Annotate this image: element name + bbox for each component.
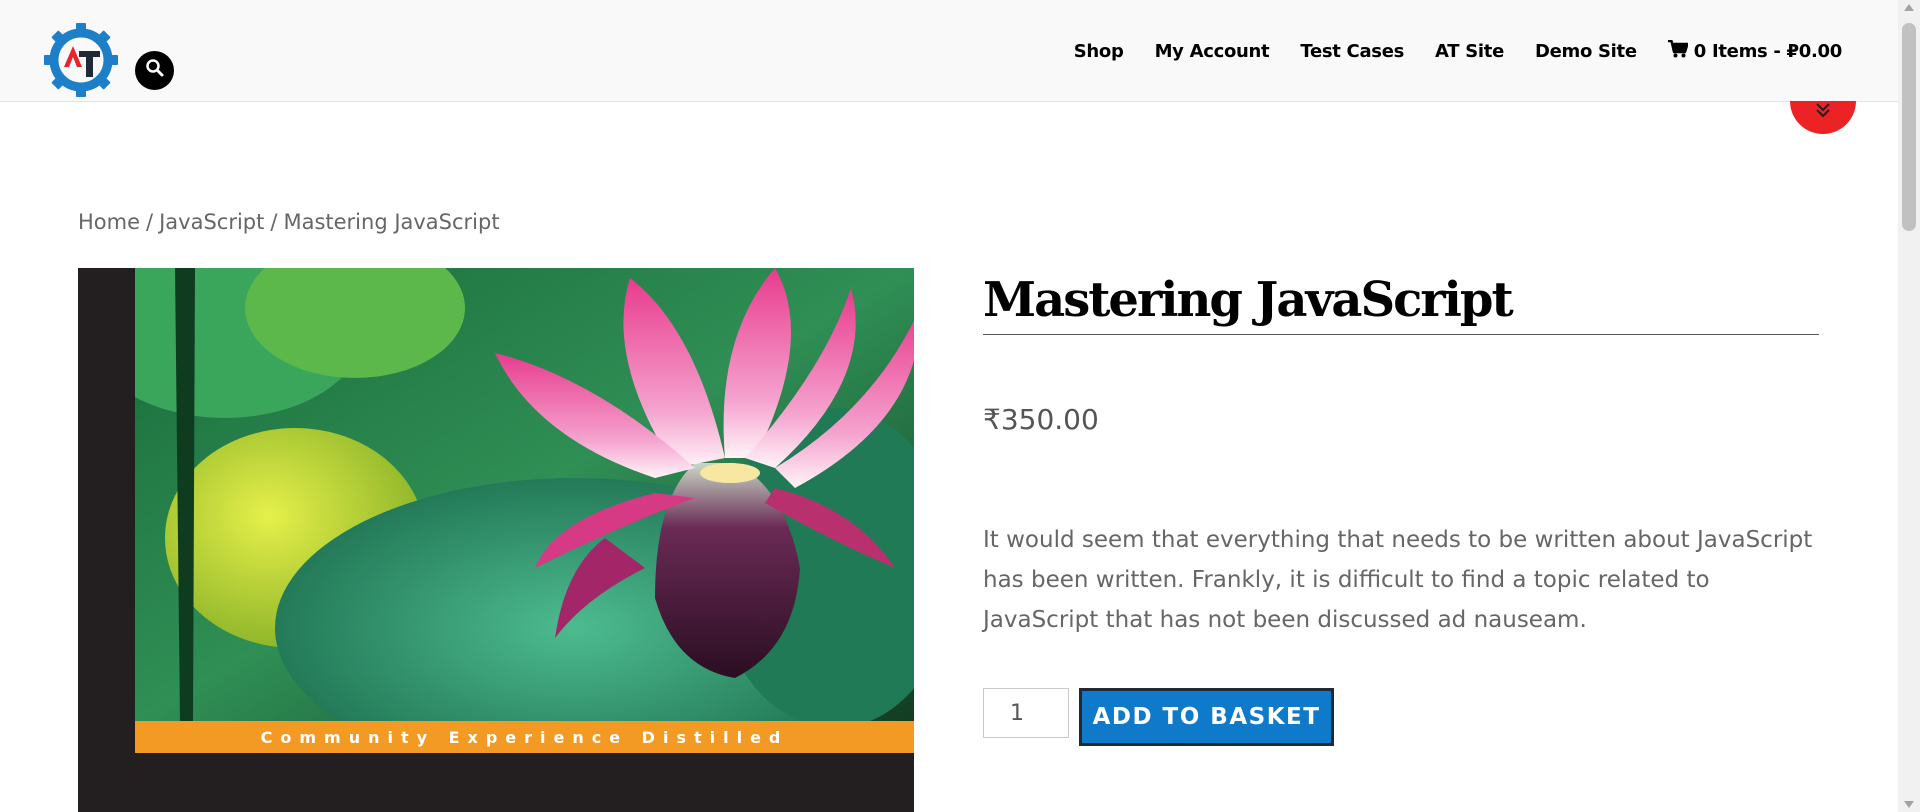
lotus-flower-photo	[135, 268, 914, 721]
cart-label: 0 Items - ₽0.00	[1693, 41, 1843, 62]
site-header: Shop My Account Test Cases AT Site Demo …	[0, 0, 1898, 102]
shopping-cart-icon	[1667, 39, 1689, 63]
nav-test-cases[interactable]: Test Cases	[1300, 41, 1404, 62]
scroll-down-arrow-icon[interactable]	[1904, 801, 1914, 808]
cover-tagline: Community Experience Distilled	[135, 721, 914, 753]
breadcrumb: Home / JavaScript / Mastering JavaScript	[78, 210, 500, 234]
product-price: ₹350.00	[983, 403, 1099, 436]
breadcrumb-category[interactable]: JavaScript	[159, 210, 264, 234]
breadcrumb-current: Mastering JavaScript	[283, 210, 500, 234]
quantity-input[interactable]	[983, 688, 1069, 738]
nav-at-site[interactable]: AT Site	[1435, 41, 1504, 62]
scroll-up-arrow-icon[interactable]	[1904, 4, 1914, 11]
nav-demo-site[interactable]: Demo Site	[1535, 41, 1637, 62]
nav-my-account[interactable]: My Account	[1155, 41, 1270, 62]
breadcrumb-separator: /	[146, 210, 154, 234]
search-button[interactable]	[135, 51, 174, 90]
breadcrumb-home[interactable]: Home	[78, 210, 140, 234]
product-cover-image[interactable]: Community Experience Distilled	[78, 268, 914, 812]
nav-cart[interactable]: 0 Items - ₽0.00	[1667, 39, 1843, 63]
add-to-basket-button[interactable]: ADD TO BASKET	[1079, 688, 1334, 746]
search-icon	[145, 58, 165, 83]
product-description: It would seem that everything that needs…	[983, 527, 1813, 633]
double-chevron-down-icon	[1814, 101, 1832, 124]
scrollbar-thumb[interactable]	[1902, 23, 1916, 231]
product-title: Mastering JavaScript	[983, 272, 1819, 335]
nav-shop[interactable]: Shop	[1074, 41, 1124, 62]
page-scrollbar[interactable]	[1898, 0, 1920, 812]
main-nav: Shop My Account Test Cases AT Site Demo …	[1043, 39, 1843, 63]
breadcrumb-separator: /	[270, 210, 278, 234]
scroll-down-button[interactable]	[1790, 101, 1856, 134]
gear-logo-icon[interactable]	[42, 21, 120, 99]
